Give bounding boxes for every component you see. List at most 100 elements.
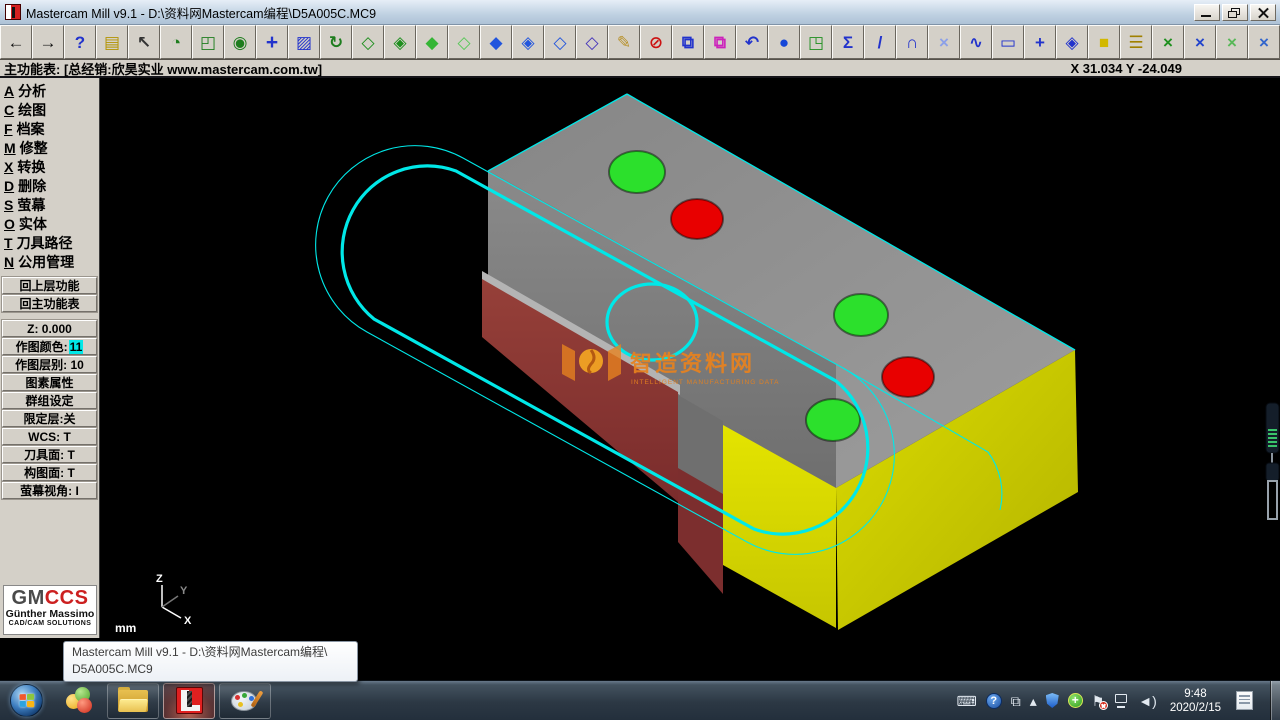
toolbar-zoom-out-button[interactable]: ◉ bbox=[224, 25, 256, 59]
sidebar-setting-button[interactable]: 构图面: T bbox=[2, 464, 97, 481]
sidebar-menu-item[interactable]: S萤幕 bbox=[4, 195, 99, 214]
toolbar-curve-button[interactable]: ∿ bbox=[960, 25, 992, 59]
toolbar-repaint-button[interactable]: ▨ bbox=[288, 25, 320, 59]
toolbar-trim-4-button[interactable]: × bbox=[1248, 25, 1280, 59]
toolbar-sketch-button[interactable]: ✎ bbox=[608, 25, 640, 59]
toolbar-icon: × bbox=[1259, 34, 1269, 51]
toolbar-screen-cubes-button[interactable]: ◳ bbox=[800, 25, 832, 59]
toolbar-icon: ◆ bbox=[489, 34, 502, 51]
toolbar-trim-2-button[interactable]: × bbox=[1184, 25, 1216, 59]
toolbar-delete-button[interactable]: ⊘ bbox=[640, 25, 672, 59]
sidebar-menu-item[interactable]: D删除 bbox=[4, 176, 99, 195]
toolbar-trim-1-button[interactable]: × bbox=[1152, 25, 1184, 59]
toolbar-point-button[interactable]: + bbox=[1024, 25, 1056, 59]
sidebar-menu-item[interactable]: O实体 bbox=[4, 214, 99, 233]
toolbar-rotate-view-button[interactable]: ↻ bbox=[320, 25, 352, 59]
sidebar-menu-item[interactable]: C绘图 bbox=[4, 100, 99, 119]
tray-shield-icon[interactable] bbox=[1046, 693, 1059, 708]
taskbar-mastercam-button[interactable] bbox=[163, 683, 215, 719]
taskbar-paint-button[interactable] bbox=[219, 683, 271, 719]
sidebar-setting-button[interactable]: 作图颜色:11 bbox=[2, 338, 97, 355]
toolbar-cplane-top-button[interactable]: ◆ bbox=[480, 25, 512, 59]
tray-volume-icon[interactable]: ◄) bbox=[1138, 694, 1157, 708]
restore-button[interactable] bbox=[1222, 4, 1248, 21]
sidebar-menu-item[interactable]: T刀具路径 bbox=[4, 233, 99, 252]
sidebar-setting-button[interactable]: 图素属性 bbox=[2, 374, 97, 391]
toolbar-file-button[interactable]: ▤ bbox=[96, 25, 128, 59]
toolbar-spline-button[interactable]: × bbox=[928, 25, 960, 59]
tray-network-icon[interactable] bbox=[1113, 694, 1129, 708]
toolbar-icon: ◇ bbox=[361, 34, 374, 51]
sidebar-setting-button[interactable]: 萤幕视角: I bbox=[2, 482, 97, 499]
toolbar-zoom-window-button[interactable]: ◰ bbox=[192, 25, 224, 59]
toolbar-levels-button[interactable]: ☰ bbox=[1120, 25, 1152, 59]
toolbar-cplane-front-button[interactable]: ◈ bbox=[512, 25, 544, 59]
toolbar-trim-3-button[interactable]: × bbox=[1216, 25, 1248, 59]
toolbar-gview-side-button[interactable]: ◆ bbox=[416, 25, 448, 59]
title-bar[interactable]: Mastercam Mill v9.1 - D:\资料网Mastercam编程\… bbox=[0, 0, 1280, 25]
toolbar-surface-button[interactable]: ◈ bbox=[1056, 25, 1088, 59]
toolbar-zoom-dynamic-button[interactable]: ◔ bbox=[160, 25, 192, 59]
toolbar-gview-front-button[interactable]: ◈ bbox=[384, 25, 416, 59]
start-button[interactable] bbox=[10, 684, 43, 717]
tray-action-center-icon[interactable]: ⚑ bbox=[1092, 694, 1105, 708]
tray-antivirus-icon[interactable]: + bbox=[1068, 693, 1083, 708]
taskbar-clock[interactable]: 9:48 2020/2/15 bbox=[1166, 687, 1225, 715]
toolbar-rect-button[interactable]: ▭ bbox=[992, 25, 1024, 59]
toolbar-forward-button[interactable]: → bbox=[32, 25, 64, 59]
menu-label: 公用管理 bbox=[18, 254, 74, 270]
menu-hotkey: A bbox=[4, 83, 14, 99]
tray-window-icon[interactable]: ⧉ bbox=[1011, 694, 1021, 708]
minimize-button[interactable] bbox=[1194, 4, 1220, 21]
toolbar-arc-button[interactable]: ∩ bbox=[896, 25, 928, 59]
taskbar-explorer-button[interactable] bbox=[107, 683, 159, 719]
toolbar-icon: ↖ bbox=[137, 34, 151, 51]
toolbar-statistics-button[interactable]: Σ bbox=[832, 25, 864, 59]
hole-green-2[interactable] bbox=[834, 294, 888, 336]
toolbar-render-button[interactable]: ● bbox=[768, 25, 800, 59]
toolbar-gview-iso-button[interactable]: ◇ bbox=[448, 25, 480, 59]
close-button[interactable] bbox=[1250, 4, 1276, 21]
sidebar-menu-item[interactable]: X转换 bbox=[4, 157, 99, 176]
tray-show-hidden-icon[interactable]: ▴ bbox=[1030, 694, 1037, 708]
toolbar-line-button[interactable]: / bbox=[864, 25, 896, 59]
show-desktop-button[interactable] bbox=[1270, 681, 1280, 720]
toolbar-gview-top-button[interactable]: ◇ bbox=[352, 25, 384, 59]
toolbar-solids-box-button[interactable]: ■ bbox=[1088, 25, 1120, 59]
toolbar-back-button[interactable]: ← bbox=[0, 25, 32, 59]
hole-red-2[interactable] bbox=[882, 357, 934, 397]
sidebar-setting-button[interactable]: WCS: T bbox=[2, 428, 97, 445]
sidebar-setting-button[interactable]: 刀具面: T bbox=[2, 446, 97, 463]
toolbar-undo-button[interactable]: ↶ bbox=[736, 25, 768, 59]
toolbar-select-help-button[interactable]: ↖ bbox=[128, 25, 160, 59]
sidebar-menu-item[interactable]: A分析 bbox=[4, 81, 99, 100]
sidebar-setting-button[interactable]: Z: 0.000 bbox=[2, 320, 97, 337]
toolbar-xform-copy-button[interactable]: ⧉ bbox=[704, 25, 736, 59]
sidebar-setting-button[interactable]: 限定层:关 bbox=[2, 410, 97, 427]
graphics-viewport[interactable]: 智造资料网 INTELLIGENT MANUFACTURING DATA Z Y… bbox=[100, 78, 1280, 638]
tray-help-icon[interactable]: ? bbox=[986, 693, 1002, 709]
menu-label: 刀具路径 bbox=[17, 235, 73, 251]
toolbar-help-button[interactable]: ? bbox=[64, 25, 96, 59]
sidebar-setting-button[interactable]: 作图层别: 10 bbox=[2, 356, 97, 373]
sidebar-mainmenu-button[interactable]: 回主功能表 bbox=[2, 295, 97, 312]
tray-keyboard-icon[interactable]: ⌨ bbox=[956, 694, 976, 708]
tray-notes-icon[interactable] bbox=[1236, 691, 1253, 710]
sidebar-menu-item[interactable]: M修整 bbox=[4, 138, 99, 157]
sidebar-setting-button[interactable]: 群组设定 bbox=[2, 392, 97, 409]
hole-red-1[interactable] bbox=[671, 199, 723, 239]
toolbar-icon: + bbox=[1035, 34, 1045, 51]
toolbar-xform-translate-button[interactable]: ⧉ bbox=[672, 25, 704, 59]
gmccs-logo: GMCCS Günther Massimo CAD/CAM SOLUTIONS bbox=[3, 585, 97, 635]
sidebar-menu-item[interactable]: N公用管理 bbox=[4, 252, 99, 271]
hole-green-3[interactable] bbox=[806, 399, 860, 441]
toolbar-wcs-cube-button[interactable]: ◇ bbox=[576, 25, 608, 59]
taskbar-pinwheel-app-button[interactable] bbox=[57, 683, 103, 719]
sidebar-main-menu: A分析 C绘图 F档案 M修整 X转换 D删除 S萤幕 O实体 T刀具路径 bbox=[0, 78, 99, 271]
toolbar-pan-button[interactable]: + bbox=[256, 25, 288, 59]
toolbar-cplane-side-button[interactable]: ◇ bbox=[544, 25, 576, 59]
window-title: Mastercam Mill v9.1 - D:\资料网Mastercam编程\… bbox=[26, 3, 376, 22]
sidebar-menu-item[interactable]: F档案 bbox=[4, 119, 99, 138]
sidebar-backup-button[interactable]: 回上层功能 bbox=[2, 277, 97, 294]
hole-green-1[interactable] bbox=[609, 151, 665, 193]
